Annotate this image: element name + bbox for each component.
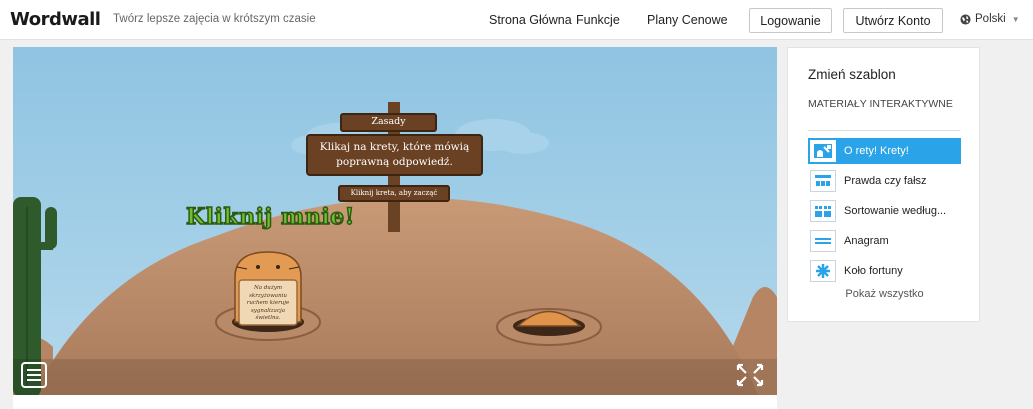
- divider: [808, 130, 960, 131]
- template-label: Sortowanie według...: [844, 205, 947, 217]
- whack-a-mole-icon: [810, 140, 836, 162]
- tagline: Twórz lepsze zajęcia w krótszym czasie: [113, 13, 316, 25]
- sign-instruction-line-1: Klikaj na krety, które mówią: [319, 141, 470, 153]
- panel-title: Zmień szablon: [808, 67, 896, 82]
- nav-home-link[interactable]: Strona Główna: [489, 13, 572, 27]
- template-label: Anagram: [844, 235, 889, 247]
- true-false-icon: [810, 170, 836, 192]
- top-navbar: Wordwall Twórz lepsze zajęcia w krótszym…: [0, 0, 1033, 40]
- mole-answer-line: skrzyżowaniu: [249, 292, 287, 299]
- mole-answer-line: świetlna.: [255, 315, 281, 321]
- template-label: O rety! Krety!: [844, 145, 909, 157]
- click-me-label[interactable]: Kliknij mnie!: [185, 203, 355, 231]
- below-game-strip: [13, 395, 777, 409]
- template-item-wheel[interactable]: Koło fortuny: [808, 258, 961, 284]
- show-all-link[interactable]: Pokaż wszystko: [808, 288, 961, 300]
- mole-answer-line: Na dużym: [253, 285, 283, 291]
- nav-features-link[interactable]: Funkcje: [576, 13, 620, 27]
- template-label: Prawda czy fałsz: [844, 175, 927, 187]
- game-menu-button[interactable]: [21, 362, 47, 388]
- language-selector[interactable]: Polski ▼: [960, 13, 1020, 25]
- sign-start-hint: Kliknij kreta, aby zacząć: [350, 189, 438, 197]
- mole-answer-line: sygnalizacja: [250, 307, 286, 314]
- hamburger-icon: [27, 374, 41, 376]
- template-switcher-panel: Zmień szablon MATERIAŁY INTERAKTYWNE O r…: [787, 47, 980, 322]
- group-sort-icon: [810, 200, 836, 222]
- fullscreen-button[interactable]: [735, 362, 765, 388]
- game-area[interactable]: Zasady Klikaj na krety, które mówią popr…: [13, 47, 777, 395]
- globe-icon: [960, 13, 971, 25]
- anagram-icon: [810, 230, 836, 252]
- mole-answer-line: ruchem kieruje: [246, 300, 290, 306]
- sign-instruction: Klikaj na krety, które mówią poprawną od…: [307, 140, 482, 170]
- template-label: Koło fortuny: [844, 265, 903, 277]
- wordwall-logo[interactable]: Wordwall: [10, 9, 101, 30]
- sign-instruction-line-2: poprawną odpowiedź.: [336, 156, 453, 168]
- template-item-whack-a-mole[interactable]: O rety! Krety!: [808, 138, 961, 164]
- fullscreen-icon: [736, 363, 764, 387]
- signup-button[interactable]: Utwórz Konto: [843, 8, 943, 33]
- login-button[interactable]: Logowanie: [749, 8, 832, 33]
- template-item-group-sort[interactable]: Sortowanie według...: [808, 198, 961, 224]
- sign-title: Zasady: [371, 116, 406, 127]
- template-item-true-false[interactable]: Prawda czy fałsz: [808, 168, 961, 194]
- game-scene: [13, 47, 777, 395]
- nav-pricing-link[interactable]: Plany Cenowe: [647, 13, 728, 27]
- mole-answer-card[interactable]: Na dużym skrzyżowaniu ruchem kieruje syg…: [239, 285, 297, 323]
- template-item-anagram[interactable]: Anagram: [808, 228, 961, 254]
- chevron-down-icon: ▼: [1011, 14, 1020, 24]
- section-heading: MATERIAŁY INTERAKTYWNE: [808, 98, 953, 110]
- language-label: Polski: [975, 13, 1006, 25]
- wheel-icon: [810, 260, 836, 282]
